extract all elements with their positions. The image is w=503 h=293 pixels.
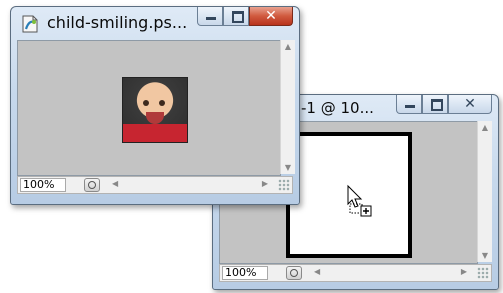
- close-button[interactable]: ✕: [249, 7, 293, 26]
- photo-shirt: [123, 124, 187, 142]
- scroll-down-icon[interactable]: ▼: [478, 251, 492, 260]
- caption-buttons: ✕: [197, 7, 293, 28]
- resize-grip[interactable]: [278, 179, 290, 191]
- minimize-button[interactable]: [396, 95, 422, 114]
- close-button[interactable]: ✕: [448, 95, 492, 114]
- minimize-icon: [405, 105, 415, 108]
- zoom-field[interactable]: 100%: [20, 178, 66, 192]
- close-icon: ✕: [265, 8, 277, 24]
- scroll-right-icon[interactable]: ▶: [262, 179, 268, 188]
- status-bar: 100% ◀ ▶: [219, 264, 492, 282]
- minimize-icon: [206, 17, 216, 20]
- close-icon: ✕: [464, 96, 476, 112]
- status-bar: 100% ◀ ▶: [17, 176, 293, 194]
- caption-buttons: ✕: [396, 95, 492, 116]
- source-document-window[interactable]: child-smiling.ps... ✕ ▲ ▼ 100% ◀ ▶: [10, 6, 300, 205]
- photoshop-document-icon: [22, 15, 38, 33]
- resize-grip[interactable]: [477, 267, 489, 279]
- navigator-button[interactable]: [286, 266, 302, 280]
- vertical-scrollbar[interactable]: ▲ ▼: [477, 121, 492, 262]
- minimize-button[interactable]: [197, 7, 223, 26]
- maximize-icon: [431, 99, 443, 111]
- maximize-button[interactable]: [223, 7, 249, 26]
- title-bar[interactable]: child-smiling.ps... ✕: [11, 7, 299, 37]
- vertical-scrollbar[interactable]: ▲ ▼: [280, 40, 295, 174]
- drag-copy-cursor-icon: [347, 184, 372, 217]
- maximize-icon: [232, 11, 244, 23]
- baby-photo[interactable]: [122, 77, 188, 143]
- photo-eye: [143, 100, 149, 106]
- photo-mouth: [146, 112, 164, 124]
- document-canvas[interactable]: [17, 40, 281, 176]
- photo-eye: [159, 100, 165, 106]
- navigator-button[interactable]: [84, 178, 100, 192]
- scroll-up-icon[interactable]: ▲: [478, 123, 492, 132]
- scroll-right-icon[interactable]: ▶: [461, 267, 467, 276]
- scroll-left-icon[interactable]: ◀: [112, 179, 118, 188]
- scroll-up-icon[interactable]: ▲: [281, 42, 295, 51]
- scroll-down-icon[interactable]: ▼: [281, 163, 295, 172]
- zoom-field[interactable]: 100%: [222, 266, 268, 280]
- window-title: child-smiling.ps...: [47, 13, 188, 32]
- scroll-left-icon[interactable]: ◀: [314, 267, 320, 276]
- maximize-button[interactable]: [422, 95, 448, 114]
- window-title: -1 @ 10...: [301, 99, 374, 117]
